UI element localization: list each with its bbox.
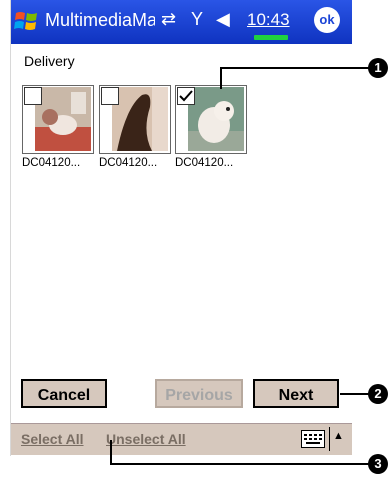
callout-line-1 bbox=[220, 67, 370, 69]
windows-start-icon[interactable] bbox=[13, 7, 41, 35]
divider bbox=[329, 427, 330, 451]
battery-indicator bbox=[254, 35, 288, 40]
unselect-all-link[interactable]: Unselect All bbox=[106, 431, 186, 447]
callout-line-2 bbox=[340, 393, 370, 395]
connectivity-icon[interactable]: ⇄ bbox=[161, 9, 176, 30]
callout-number-2: 2 bbox=[368, 384, 388, 404]
thumbnail-2[interactable] bbox=[99, 85, 171, 154]
thumbnail-caption: DC04120... bbox=[175, 157, 234, 169]
thumbnail-caption: DC04120... bbox=[22, 157, 81, 169]
callout-line-1-drop bbox=[220, 67, 222, 89]
signal-off-icon[interactable]: Y bbox=[191, 9, 203, 30]
clock-time[interactable]: 10:43 bbox=[247, 10, 290, 30]
cancel-button[interactable]: Cancel bbox=[21, 379, 107, 408]
select-all-link[interactable]: Select All bbox=[21, 431, 84, 447]
thumbnail-3[interactable] bbox=[175, 85, 247, 154]
photo-thumbnail bbox=[188, 87, 244, 151]
app-title: MultimediaMa bbox=[45, 10, 155, 30]
ok-button[interactable]: ok bbox=[314, 7, 340, 33]
photo-thumbnail bbox=[112, 87, 168, 151]
checkbox[interactable] bbox=[24, 87, 42, 105]
callout-line-3-drop bbox=[110, 440, 112, 464]
next-button[interactable]: Next bbox=[253, 379, 339, 408]
previous-button[interactable]: Previous bbox=[155, 379, 243, 408]
volume-icon[interactable]: ◀ bbox=[216, 9, 230, 30]
keyboard-icon[interactable] bbox=[301, 430, 325, 448]
callout-number-1: 1 bbox=[368, 58, 388, 78]
thumbnail-caption: DC04120... bbox=[99, 157, 158, 169]
thumbnail-1[interactable] bbox=[22, 85, 94, 154]
callout-number-3: 3 bbox=[368, 454, 388, 474]
checkbox[interactable] bbox=[177, 87, 195, 105]
callout-line-3 bbox=[110, 463, 370, 465]
photo-thumbnail bbox=[35, 87, 91, 151]
folder-label[interactable]: Delivery bbox=[24, 53, 75, 69]
checkbox[interactable] bbox=[101, 87, 119, 105]
title-bar: MultimediaMa ⇄ Y ◀ 10:43 ok bbox=[11, 0, 352, 44]
input-menu-arrow-icon[interactable]: ▲ bbox=[333, 430, 344, 442]
checkmark-icon bbox=[179, 90, 193, 102]
bottom-menu-bar: Select All Unselect All ▲ bbox=[11, 423, 352, 455]
